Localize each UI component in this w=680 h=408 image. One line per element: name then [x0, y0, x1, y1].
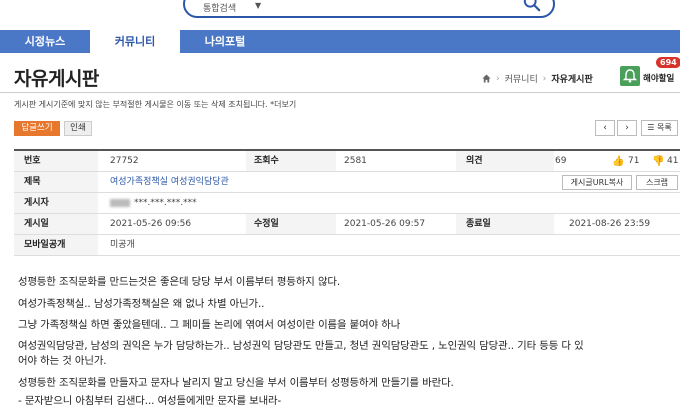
posted-label: 게시일 — [24, 219, 49, 229]
thumbs-down-icon[interactable]: 👎 — [652, 151, 664, 172]
search-scope-select[interactable]: 통합검색 — [203, 1, 236, 14]
mobile-label: 모바일공개 — [24, 240, 66, 250]
info-row-mobile: 모바일공개 미공개 — [14, 235, 680, 256]
author-ip: ***.***.***.*** — [134, 198, 197, 208]
mobile-status: 미공개 — [110, 240, 135, 250]
like-count: 71 — [628, 156, 640, 166]
home-icon[interactable] — [482, 74, 491, 83]
list-label: 목록 — [656, 123, 672, 132]
author-value: ***.***.***.*** — [110, 193, 197, 214]
post-info-table: 번호 27752 조회수 2581 의견 69 👍 71 👎 41 제목 여성가… — [14, 149, 680, 256]
body-line: 여성권익담당관, 남성의 권익은 누가 담당하는가.. 남성권익 담당관도 만들… — [18, 340, 584, 352]
subject-label: 제목 — [24, 177, 41, 187]
page-title: 자유게시판 — [14, 68, 99, 90]
search-box[interactable]: 통합검색 ▼ — [183, 0, 555, 18]
copy-url-button[interactable]: 게시글URL복사 — [562, 175, 632, 190]
body-line: - 문자받으니 아침부터 김샌다... 여성들에게만 문자를 보내라- — [18, 395, 282, 407]
info-row-dates: 게시일 2021-05-26 09:56 수정일 2021-05-26 09:5… — [14, 214, 680, 235]
search-icon[interactable] — [523, 0, 541, 12]
info-row-subject: 제목 여성가족정책실 여성권익담당관 게시글URL복사 스크랩 — [14, 172, 680, 193]
board-notice: 게시판 게시기준에 맞지 않는 부적절한 게시물은 이동 또는 삭제 조치됩니다… — [14, 100, 297, 109]
end-date: 2021-08-26 23:59 — [569, 219, 651, 229]
opinion-label: 의견 — [466, 156, 483, 166]
modified-label: 수정일 — [254, 219, 279, 229]
body-line: 그냥 가족정책실 하면 좋았을텐데.. 그 페미들 논리에 엮여서 여성이란 이… — [18, 319, 401, 331]
masked-name — [110, 198, 130, 207]
body-line: 성평등한 조직문화를 만드는것은 좋은데 당당 부서 이름부터 평등하지 않다. — [18, 276, 341, 288]
todo-label[interactable]: 해야할일 — [643, 72, 674, 84]
chevron-right-icon: › — [496, 73, 500, 84]
todo-alarm[interactable]: 해야할일 694 — [620, 57, 680, 86]
todo-count-badge: 694 — [656, 57, 680, 68]
view-count: 2581 — [344, 156, 367, 166]
end-label: 종료일 — [466, 219, 491, 229]
body-line: 성평등한 조직문화를 만들자고 문자나 날리지 말고 당신을 부서 이름부터 성… — [18, 377, 454, 389]
caret-down-icon[interactable]: ▼ — [255, 1, 261, 10]
post-number: 27752 — [110, 156, 139, 166]
nav-item-community[interactable]: 커뮤니티 — [90, 30, 180, 53]
views-label: 조회수 — [254, 156, 279, 166]
top-bar: 통합검색 ▼ — [0, 0, 680, 24]
prev-post-button[interactable]: ‹ — [595, 120, 615, 136]
title-divider — [0, 92, 680, 93]
list-icon: ☰ — [647, 123, 655, 132]
dislike-count: 41 — [667, 156, 679, 166]
info-row-author: 게시자 ***.***.***.*** — [14, 193, 680, 214]
print-button[interactable]: 인쇄 — [64, 121, 92, 136]
next-post-button[interactable]: › — [617, 120, 637, 136]
modified-date: 2021-05-26 09:57 — [344, 219, 426, 229]
thumbs-up-icon[interactable]: 👍 — [612, 151, 624, 172]
breadcrumb-section[interactable]: 커뮤니티 — [505, 72, 538, 85]
bell-icon[interactable] — [620, 66, 640, 86]
number-label: 번호 — [24, 156, 41, 166]
opinion-count: 69 — [555, 156, 567, 166]
list-button[interactable]: ☰ 목록 — [641, 120, 678, 136]
main-nav: 시정뉴스 커뮤니티 나의포털 — [0, 30, 680, 53]
info-row-number: 번호 27752 조회수 2581 의견 69 👍 71 👎 41 — [14, 151, 680, 172]
author-label: 게시자 — [24, 198, 49, 208]
posted-date: 2021-05-26 09:56 — [110, 219, 192, 229]
body-line: 어야 하는 것 아닌가. — [18, 355, 107, 367]
breadcrumb: › 커뮤니티 › 자유게시판 — [482, 72, 593, 85]
post-subject[interactable]: 여성가족정책실 여성권익담당관 — [110, 172, 229, 193]
nav-item-news[interactable]: 시정뉴스 — [0, 30, 90, 53]
body-line: 여성가족정책실.. 남성가족정책실은 왜 없나 차별 아닌가.. — [18, 298, 265, 310]
breadcrumb-current: 자유게시판 — [551, 75, 593, 85]
scrap-button[interactable]: 스크랩 — [636, 175, 678, 190]
reply-button[interactable]: 답글쓰기 — [14, 121, 60, 136]
chevron-right-icon: › — [542, 73, 547, 84]
nav-item-my-portal[interactable]: 나의포털 — [180, 30, 270, 53]
